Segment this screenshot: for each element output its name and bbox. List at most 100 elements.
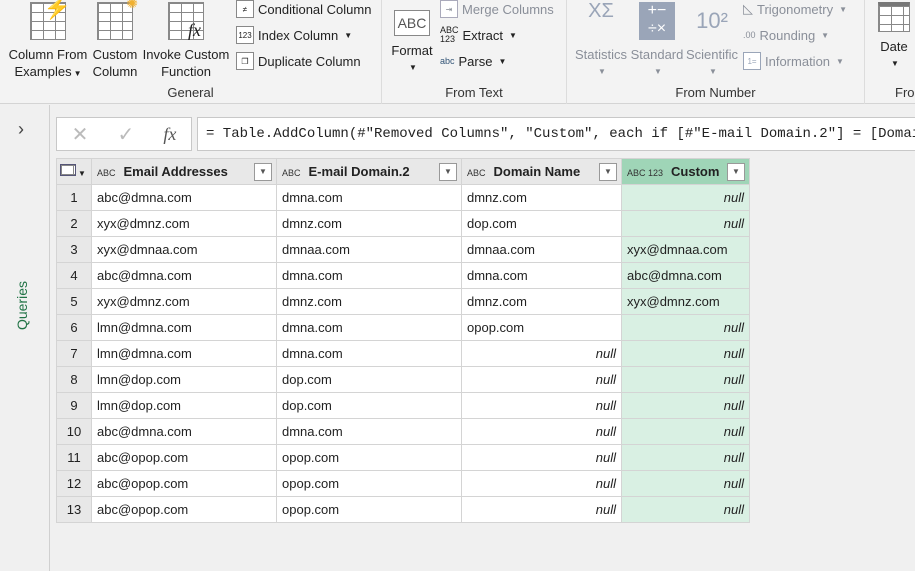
table-cell[interactable]: dmnaa.com: [276, 236, 462, 263]
trigonometry-button[interactable]: ◺ Trigonometry ▼: [743, 0, 847, 20]
table-cell[interactable]: dmna.com: [276, 262, 462, 289]
table-cell[interactable]: abc@dmna.com: [91, 262, 277, 289]
information-button[interactable]: 1= Information ▼: [743, 50, 844, 72]
table-cell[interactable]: opop.com: [276, 444, 462, 471]
cancel-icon[interactable]: ✕: [72, 122, 89, 147]
table-cell[interactable]: abc@opop.com: [91, 444, 277, 471]
table-cell[interactable]: dmnz.com: [276, 210, 462, 237]
row-index[interactable]: 7: [56, 340, 92, 367]
table-cell[interactable]: null: [621, 444, 750, 471]
table-cell[interactable]: null: [621, 340, 750, 367]
type-icon[interactable]: ABC 123: [627, 168, 663, 178]
filter-dropdown-icon[interactable]: ▼: [439, 163, 457, 181]
table-cell[interactable]: null: [461, 418, 622, 445]
commit-check-icon[interactable]: ✓: [118, 122, 135, 147]
row-index[interactable]: 6: [56, 314, 92, 341]
filter-dropdown-icon[interactable]: ▼: [727, 163, 745, 181]
table-cell[interactable]: dmna.com: [276, 340, 462, 367]
row-index[interactable]: 9: [56, 392, 92, 419]
table-cell[interactable]: lmn@dmna.com: [91, 340, 277, 367]
conditional-column-button[interactable]: ≠ Conditional Column: [236, 0, 371, 20]
table-cell[interactable]: abc@dmna.com: [91, 184, 277, 211]
table-cell[interactable]: null: [461, 470, 622, 497]
column-from-examples-button[interactable]: ⚡ Column From Examples ▼: [6, 0, 90, 82]
table-cell[interactable]: dmna.com: [461, 262, 622, 289]
queries-label[interactable]: Queries: [14, 281, 30, 330]
table-cell[interactable]: null: [621, 366, 750, 393]
custom-column-button[interactable]: ✺ Custom Column: [90, 0, 140, 80]
table-cell[interactable]: abc@opop.com: [91, 496, 277, 523]
format-button[interactable]: ABC Format ▼: [386, 0, 438, 76]
table-cell[interactable]: lmn@dmna.com: [91, 314, 277, 341]
rounding-button[interactable]: .00 Rounding ▼: [743, 24, 829, 46]
table-cell[interactable]: abc@opop.com: [91, 470, 277, 497]
statistics-button[interactable]: XΣ Statistics ▼: [571, 0, 631, 80]
table-cell[interactable]: dmnz.com: [461, 184, 622, 211]
fx-icon[interactable]: fx: [163, 124, 176, 145]
table-cell[interactable]: null: [621, 392, 750, 419]
duplicate-column-button[interactable]: ❐ Duplicate Column: [236, 50, 361, 72]
table-cell[interactable]: null: [621, 418, 750, 445]
table-cell[interactable]: null: [621, 314, 750, 341]
table-cell[interactable]: dmna.com: [276, 314, 462, 341]
column-header[interactable]: ABC 123 Custom ▼: [621, 158, 750, 185]
row-index[interactable]: 2: [56, 210, 92, 237]
filter-dropdown-icon[interactable]: ▼: [599, 163, 617, 181]
row-index[interactable]: 4: [56, 262, 92, 289]
column-header[interactable]: ABC Email Addresses ▼: [91, 158, 277, 185]
table-cell[interactable]: dmnaa.com: [461, 236, 622, 263]
column-header[interactable]: ABC Domain Name ▼: [461, 158, 622, 185]
row-index[interactable]: 12: [56, 470, 92, 497]
table-cell[interactable]: xyx@dmnaa.com: [621, 236, 750, 263]
expand-chevron-icon[interactable]: ›: [18, 119, 24, 140]
table-cell[interactable]: abc@dmna.com: [91, 418, 277, 445]
table-cell[interactable]: null: [461, 496, 622, 523]
table-cell[interactable]: null: [461, 340, 622, 367]
table-cell[interactable]: opop.com: [461, 314, 622, 341]
index-column-button[interactable]: 123 Index Column ▼: [236, 24, 352, 46]
table-cell[interactable]: lmn@dop.com: [91, 392, 277, 419]
table-cell[interactable]: xyx@dmnz.com: [91, 210, 277, 237]
table-cell[interactable]: null: [621, 210, 750, 237]
filter-dropdown-icon[interactable]: ▼: [254, 163, 272, 181]
table-cell[interactable]: dmnz.com: [461, 288, 622, 315]
row-index[interactable]: 13: [56, 496, 92, 523]
table-menu-icon[interactable]: ▼: [56, 158, 92, 185]
row-index[interactable]: 8: [56, 366, 92, 393]
merge-columns-button[interactable]: ⇥ Merge Columns: [440, 0, 554, 20]
table-cell[interactable]: dmna.com: [276, 418, 462, 445]
table-cell[interactable]: abc@dmna.com: [621, 262, 750, 289]
table-cell[interactable]: dop.com: [276, 366, 462, 393]
table-cell[interactable]: null: [621, 470, 750, 497]
row-index[interactable]: 3: [56, 236, 92, 263]
type-icon[interactable]: ABC: [467, 168, 486, 178]
row-index[interactable]: 11: [56, 444, 92, 471]
table-cell[interactable]: null: [621, 184, 750, 211]
table-cell[interactable]: dop.com: [461, 210, 622, 237]
invoke-custom-function-button[interactable]: fx Invoke Custom Function: [140, 0, 232, 80]
table-cell[interactable]: null: [621, 496, 750, 523]
type-icon[interactable]: ABC: [97, 168, 116, 178]
table-cell[interactable]: null: [461, 444, 622, 471]
column-header[interactable]: ABC E-mail Domain.2 ▼: [276, 158, 462, 185]
table-cell[interactable]: lmn@dop.com: [91, 366, 277, 393]
standard-button[interactable]: +− ÷× Standard ▼: [629, 0, 685, 80]
type-icon[interactable]: ABC: [282, 168, 301, 178]
scientific-button[interactable]: 10² Scientific ▼: [685, 0, 739, 80]
table-cell[interactable]: xyx@dmnz.com: [91, 288, 277, 315]
table-cell[interactable]: dmnz.com: [276, 288, 462, 315]
table-cell[interactable]: null: [461, 366, 622, 393]
table-cell[interactable]: opop.com: [276, 470, 462, 497]
extract-button[interactable]: ABC 123 Extract ▼: [440, 24, 517, 46]
table-cell[interactable]: dop.com: [276, 392, 462, 419]
date-button[interactable]: Date ▼: [873, 0, 915, 72]
table-cell[interactable]: xyx@dmnz.com: [621, 288, 750, 315]
formula-bar[interactable]: = Table.AddColumn(#"Removed Columns", "C…: [197, 117, 915, 151]
table-cell[interactable]: dmna.com: [276, 184, 462, 211]
row-index[interactable]: 10: [56, 418, 92, 445]
row-index[interactable]: 1: [56, 184, 92, 211]
table-cell[interactable]: null: [461, 392, 622, 419]
table-cell[interactable]: opop.com: [276, 496, 462, 523]
table-cell[interactable]: xyx@dmnaa.com: [91, 236, 277, 263]
parse-button[interactable]: abc Parse ▼: [440, 50, 506, 72]
